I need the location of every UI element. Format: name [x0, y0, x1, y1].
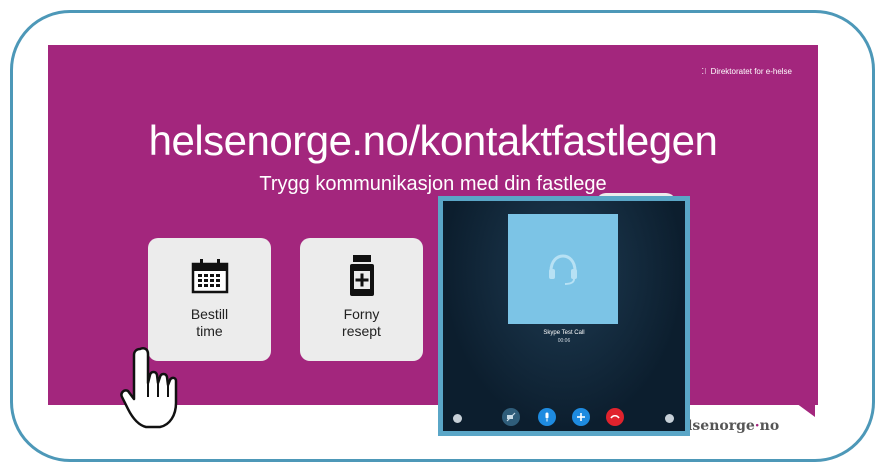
brand-right: no: [759, 418, 780, 434]
fullscreen-icon[interactable]: [665, 414, 674, 423]
card-label-line1: Bestill: [190, 306, 229, 322]
headset-icon: [549, 254, 577, 285]
call-controls: [443, 408, 685, 428]
banner-speech-notch: [785, 395, 815, 417]
video-off-icon[interactable]: [502, 408, 520, 426]
hang-up-icon[interactable]: [606, 408, 624, 426]
skype-call-window: Skype Test Call 00:06: [438, 196, 690, 436]
renew-prescription-card[interactable]: Forny resept: [300, 238, 423, 361]
page-subtitle: Trygg kommunikasjon med din fastlege: [259, 173, 607, 195]
card-label-line2: resept: [342, 323, 381, 339]
chat-icon[interactable]: [453, 414, 462, 423]
call-avatar: [508, 214, 618, 324]
microphone-icon[interactable]: [538, 408, 556, 426]
call-duration: 00:06: [557, 338, 571, 344]
hand-pointer-icon: [118, 345, 184, 436]
card-label-line1: Forny: [343, 306, 380, 322]
calendar-icon: [191, 254, 229, 298]
directorate-label: Direktoratet for e-helse: [710, 67, 792, 76]
add-icon[interactable]: [572, 408, 590, 426]
directorate-dots-icon: ⁚⁝: [701, 67, 707, 76]
page-title: helsenorge.no/kontaktfastlegen: [148, 117, 718, 164]
medicine-bottle-icon: [349, 254, 375, 298]
directorate-logo: ⁚⁝ Direktoratet for e-helse: [702, 67, 792, 76]
book-appointment-card[interactable]: Bestill time: [148, 238, 271, 361]
card-label-line2: time: [196, 323, 223, 339]
caller-name: Skype Test Call: [543, 330, 585, 336]
